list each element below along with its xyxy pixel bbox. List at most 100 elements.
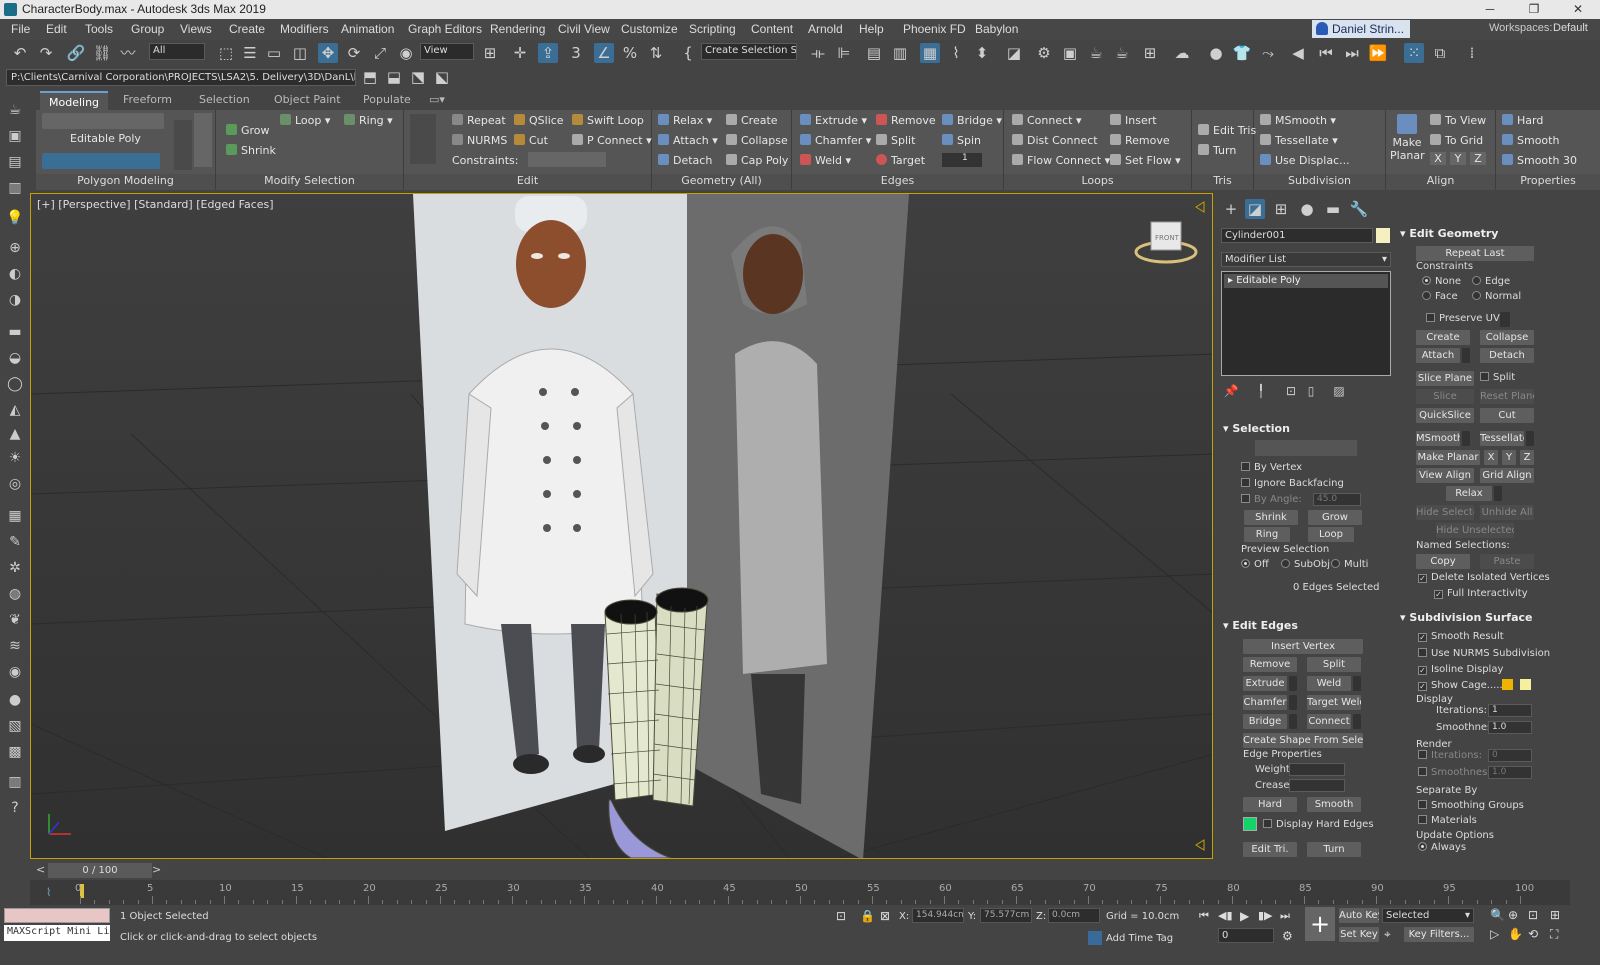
layer-explorer-icon[interactable]: ▥ [890, 43, 910, 63]
properties-icon[interactable]: ▧ [5, 716, 25, 736]
isolate-icon[interactable]: ⊡ [836, 909, 846, 923]
y-coordinate-field[interactable]: 75.577cm [980, 908, 1032, 923]
zoom-icon[interactable]: 🔍 [1490, 908, 1505, 922]
curve-editor-icon[interactable]: ⌇ [946, 43, 966, 63]
align-x-button[interactable]: X [1430, 152, 1446, 165]
group-footer[interactable]: Properties [1496, 174, 1600, 190]
full-interactivity-checkbox[interactable]: ✓ Full Interactivity [1434, 588, 1528, 599]
ring-selection-button[interactable]: Ring [1244, 527, 1290, 542]
ignore-backfacing-checkbox[interactable]: Ignore Backfacing [1241, 478, 1344, 489]
maxscript-mini-listener[interactable]: MAXScript Mini Li [4, 925, 110, 941]
insert-vertex-button[interactable]: Insert Vertex [1243, 639, 1363, 654]
light-icon[interactable]: 💡 [5, 208, 25, 228]
container-icon[interactable]: ⧉ [1430, 43, 1450, 63]
spin-button[interactable]: Spin [942, 134, 981, 147]
hierarchy-tab-icon[interactable]: ⊞ [1271, 199, 1291, 219]
preserve-uvs-checkbox[interactable]: Preserve UVs [1426, 313, 1505, 324]
crease-spinner[interactable] [1289, 779, 1345, 792]
group-footer[interactable]: Edit [404, 174, 651, 190]
object-name-input[interactable]: Cylinder001 [1221, 228, 1373, 243]
display-iterations-spinner[interactable]: 1 [1488, 704, 1532, 717]
move-icon[interactable]: ✥ [318, 43, 338, 63]
menu-file[interactable]: File [11, 22, 30, 36]
curve-editor-mini-icon[interactable]: ⌇ [46, 886, 51, 899]
menu-customize[interactable]: Customize [621, 22, 678, 36]
prev-key-icon[interactable]: ⏮ [1316, 43, 1336, 63]
hair-icon[interactable]: ≋ [5, 636, 25, 656]
layers-icon[interactable]: ▥ [5, 178, 25, 198]
menu-phoenix-fd[interactable]: Phoenix FD [903, 22, 966, 36]
scene-explorer-icon[interactable]: ▤ [864, 43, 884, 63]
align-icon[interactable]: ⊫ [834, 43, 854, 63]
named-selection-dropdown[interactable]: Create Selection Se [701, 43, 797, 60]
cap-poly-button[interactable]: Cap Poly [726, 154, 788, 167]
workspace-dropdown[interactable]: Default [1553, 22, 1588, 34]
loop-selection-button[interactable]: Loop [1308, 527, 1354, 542]
align-y-button[interactable]: Y [1450, 152, 1466, 165]
bridge-button[interactable]: Bridge ▾ [942, 114, 1002, 127]
make-planar-button[interactable]: Make Planar [1390, 114, 1425, 162]
camera-icon[interactable]: ⊕ [5, 238, 25, 258]
box-icon[interactable]: ▬ [5, 322, 25, 342]
configure-sets-icon[interactable]: ▨ [1329, 381, 1349, 401]
msmooth-button[interactable]: MSmooth ▾ [1260, 114, 1336, 127]
key-filters-button[interactable]: Key Filters... [1404, 927, 1474, 942]
mirror-icon[interactable]: ⟛ [808, 43, 828, 63]
next-frame-icon[interactable]: > [152, 863, 161, 876]
qslice-button[interactable]: QSlice [514, 114, 564, 127]
materials-checkbox[interactable]: Materials [1418, 815, 1477, 826]
connect-button[interactable]: Connect ▾ [1012, 114, 1082, 127]
spin-value-field[interactable]: 1 [942, 153, 982, 167]
menu-views[interactable]: Views [180, 22, 212, 36]
schematic-icon[interactable]: ⬍ [972, 43, 992, 63]
goto-start-icon[interactable]: ⏮ [1199, 909, 1209, 923]
group-footer[interactable]: Subdivision [1254, 174, 1385, 190]
project-path-dropdown[interactable]: P:\Clients\Carnival Corporation\PROJECTS… [6, 69, 356, 86]
connect-edge-button[interactable]: Connect [1307, 714, 1351, 729]
menu-scripting[interactable]: Scripting [689, 22, 736, 36]
attach-geom-button[interactable]: Attach [1416, 348, 1460, 363]
object-color-swatch[interactable] [1376, 228, 1390, 243]
key-selection-dropdown[interactable]: Selected ▾ [1382, 908, 1474, 923]
planar-x-button[interactable]: X [1484, 450, 1498, 465]
teapot-icon[interactable]: ☕ [5, 100, 25, 120]
grid-icon[interactable]: ⁙ [1404, 43, 1424, 63]
angle-snap-icon[interactable]: ∠ [594, 43, 614, 63]
remove-edge-cmd-button[interactable]: Remove [1243, 657, 1297, 672]
msmooth-geom-button[interactable]: MSmooth [1416, 431, 1460, 446]
menu-arnold[interactable]: Arnold [808, 22, 843, 36]
dome-icon[interactable]: ◒ [5, 348, 25, 368]
tab-selection[interactable]: Selection [190, 93, 259, 106]
torus-icon[interactable]: ◎ [5, 474, 25, 494]
relax-settings-button[interactable] [1494, 486, 1502, 501]
use-nurms-checkbox[interactable]: Use NURMS Subdivision [1418, 648, 1550, 659]
cone-icon[interactable]: ◭ [5, 400, 25, 420]
detach-geom-button[interactable]: Detach [1480, 348, 1534, 363]
extrude-settings-button[interactable] [1289, 676, 1297, 691]
foliage-icon[interactable]: ❦ [5, 610, 25, 630]
shrink-selection-button[interactable]: Shrink [1244, 510, 1298, 525]
split-edge-button[interactable]: Split [1307, 657, 1361, 672]
sphere-icon[interactable]: ◯ [5, 374, 25, 394]
shrink-button[interactable]: Shrink [226, 144, 276, 157]
nurms-button[interactable]: NURMS [452, 134, 507, 147]
paste-selection-button[interactable]: Paste [1480, 554, 1534, 569]
isoline-display-checkbox[interactable]: ✓ Isoline Display [1418, 664, 1503, 675]
tessellate-button[interactable]: Tessellate ▾ [1260, 134, 1338, 147]
pyramid-icon[interactable]: ▲ [5, 424, 25, 444]
zoom-all-icon[interactable]: ⊕ [1508, 908, 1518, 922]
set-key-button[interactable]: Set Key [1339, 927, 1379, 942]
auto-key-button[interactable]: Auto Key [1339, 908, 1379, 923]
weld-settings-button[interactable] [1353, 676, 1361, 691]
smooth-edge-button[interactable]: Smooth [1307, 797, 1361, 812]
play-backward-icon[interactable]: ◀ [1288, 43, 1308, 63]
insert-loop-button[interactable]: Insert [1110, 114, 1157, 127]
constraint-edge-radio[interactable]: Edge [1472, 276, 1510, 287]
group-footer[interactable]: Modify Selection [216, 174, 403, 190]
edit-side-tools[interactable] [410, 114, 436, 164]
turn-button[interactable]: Turn [1198, 144, 1236, 157]
cage-selected-color-swatch[interactable] [1520, 679, 1531, 690]
chamfer-edge-button[interactable]: Chamfer [1243, 695, 1287, 710]
swift-loop-button[interactable]: Swift Loop [572, 114, 644, 127]
rect-selection-icon[interactable]: ▭ [264, 43, 284, 63]
